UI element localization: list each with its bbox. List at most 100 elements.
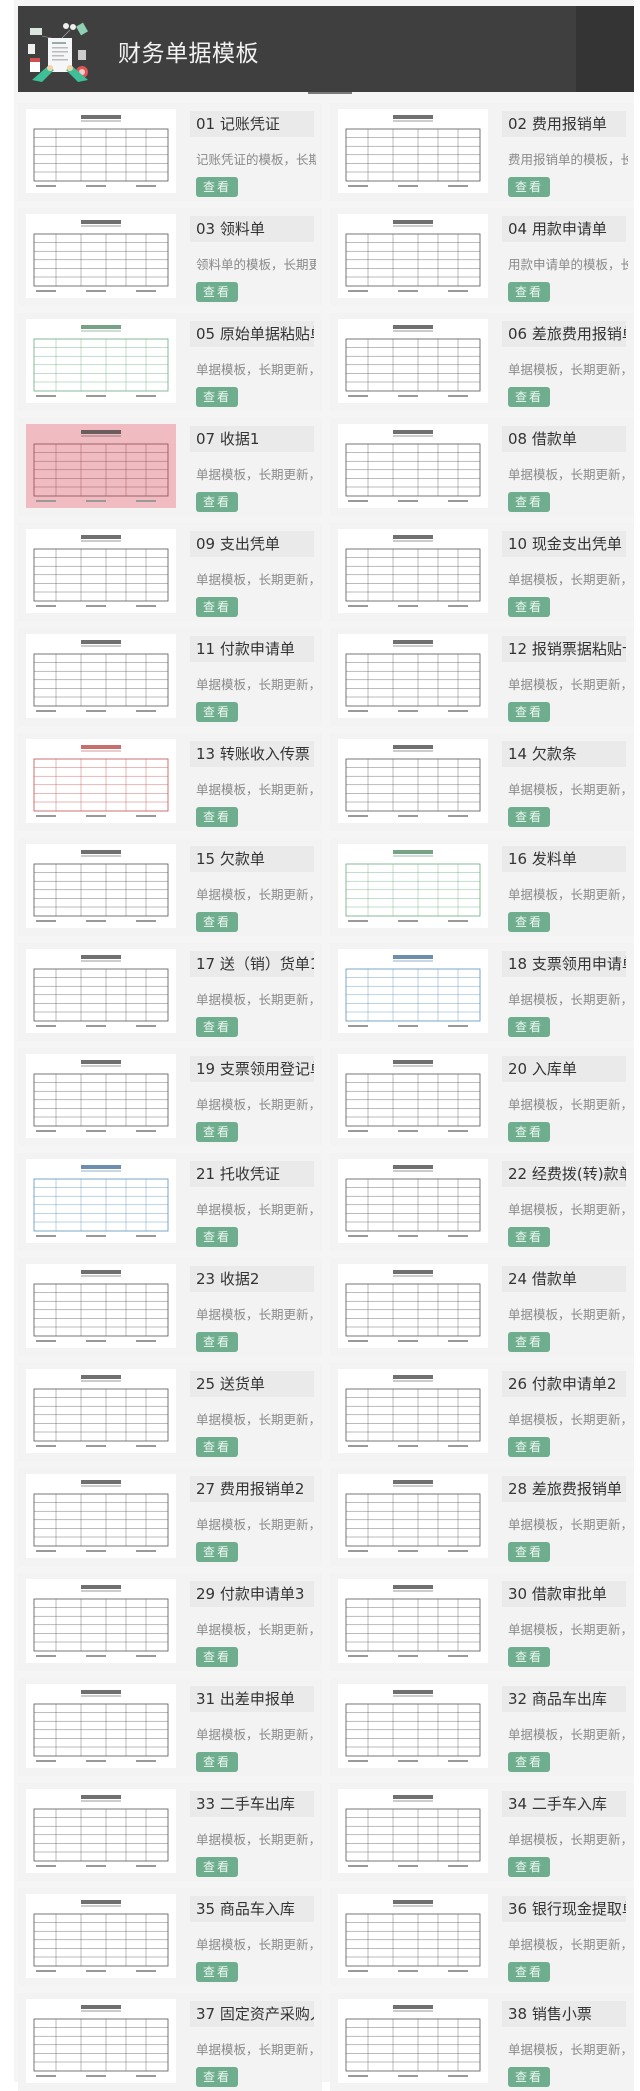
template-card[interactable]: 23 收据2 单据模板，长期更新， 查看	[18, 1258, 322, 1356]
template-title[interactable]: 11 付款申请单	[190, 636, 314, 662]
template-thumbnail[interactable]	[26, 1894, 176, 1978]
view-button[interactable]: 查看	[508, 1122, 550, 1142]
template-title[interactable]: 32 商品车出库	[502, 1686, 626, 1712]
template-thumbnail[interactable]	[338, 1054, 488, 1138]
template-card[interactable]: 31 出差申报单 单据模板，长期更新， 查看	[18, 1678, 322, 1776]
template-thumbnail[interactable]	[26, 1054, 176, 1138]
template-card[interactable]: 30 借款审批单 单据模板，长期更新， 查看	[330, 1573, 634, 1671]
template-thumbnail[interactable]	[26, 319, 176, 403]
template-card[interactable]: 01 记账凭证 记账凭证的模板，长期 查看	[18, 103, 322, 201]
template-card[interactable]: 26 付款申请单2 单据模板，长期更新， 查看	[330, 1363, 634, 1461]
view-button[interactable]: 查看	[508, 1017, 550, 1037]
template-thumbnail[interactable]	[26, 1264, 176, 1348]
view-button[interactable]: 查看	[196, 492, 238, 512]
template-title[interactable]: 26 付款申请单2	[502, 1371, 626, 1397]
template-card[interactable]: 32 商品车出库 单据模板，长期更新， 查看	[330, 1678, 634, 1776]
template-title[interactable]: 37 固定资产采购入库	[190, 2001, 314, 2027]
template-thumbnail[interactable]	[338, 109, 488, 193]
template-card[interactable]: 02 费用报销单 费用报销单的模板，长 查看	[330, 103, 634, 201]
template-card[interactable]: 20 入库单 单据模板，长期更新， 查看	[330, 1048, 634, 1146]
template-card[interactable]: 38 销售小票 单据模板，长期更新， 查看	[330, 1993, 634, 2091]
view-button[interactable]: 查看	[196, 1542, 238, 1562]
template-title[interactable]: 27 费用报销单2	[190, 1476, 314, 1502]
template-thumbnail[interactable]	[26, 109, 176, 193]
template-title[interactable]: 08 借款单	[502, 426, 626, 452]
template-title[interactable]: 19 支票领用登记单	[190, 1056, 314, 1082]
template-title[interactable]: 35 商品车入库	[190, 1896, 314, 1922]
view-button[interactable]: 查看	[196, 1017, 238, 1037]
view-button[interactable]: 查看	[196, 1437, 238, 1457]
view-button[interactable]: 查看	[196, 177, 238, 197]
view-button[interactable]: 查看	[508, 2067, 550, 2087]
template-title[interactable]: 12 报销票据粘贴卡	[502, 636, 626, 662]
template-thumbnail[interactable]	[338, 1999, 488, 2083]
view-button[interactable]: 查看	[508, 492, 550, 512]
template-title[interactable]: 30 借款审批单	[502, 1581, 626, 1607]
view-button[interactable]: 查看	[196, 282, 238, 302]
template-card[interactable]: 18 支票领用申请单 单据模板，长期更新， 查看	[330, 943, 634, 1041]
template-card[interactable]: 33 二手车出库 单据模板，长期更新， 查看	[18, 1783, 322, 1881]
template-card[interactable]: 17 送（销）货单1 单据模板，长期更新， 查看	[18, 943, 322, 1041]
template-thumbnail[interactable]	[338, 634, 488, 718]
template-title[interactable]: 34 二手车入库	[502, 1791, 626, 1817]
template-thumbnail[interactable]	[338, 1789, 488, 1873]
template-thumbnail[interactable]	[338, 1159, 488, 1243]
template-title[interactable]: 01 记账凭证	[190, 111, 314, 137]
template-card[interactable]: 05 原始单据粘贴单 单据模板，长期更新， 查看	[18, 313, 322, 411]
template-title[interactable]: 06 差旅费用报销单	[502, 321, 626, 347]
view-button[interactable]: 查看	[196, 702, 238, 722]
template-thumbnail[interactable]	[338, 1369, 488, 1453]
template-title[interactable]: 22 经费拨(转)款单	[502, 1161, 626, 1187]
template-thumbnail[interactable]	[26, 1474, 176, 1558]
template-card[interactable]: 08 借款单 单据模板，长期更新， 查看	[330, 418, 634, 516]
template-title[interactable]: 25 送货单	[190, 1371, 314, 1397]
template-thumbnail[interactable]	[26, 949, 176, 1033]
template-title[interactable]: 38 销售小票	[502, 2001, 626, 2027]
view-button[interactable]: 查看	[508, 1962, 550, 1982]
template-title[interactable]: 15 欠款单	[190, 846, 314, 872]
template-thumbnail[interactable]	[26, 1999, 176, 2083]
template-card[interactable]: 14 欠款条 单据模板，长期更新， 查看	[330, 733, 634, 831]
template-thumbnail[interactable]	[26, 739, 176, 823]
view-button[interactable]: 查看	[508, 1542, 550, 1562]
template-title[interactable]: 29 付款申请单3	[190, 1581, 314, 1607]
view-button[interactable]: 查看	[196, 1857, 238, 1877]
template-title[interactable]: 13 转账收入传票	[190, 741, 314, 767]
template-thumbnail[interactable]	[338, 1684, 488, 1768]
template-card[interactable]: 04 用款申请单 用款申请单的模板，长 查看	[330, 208, 634, 306]
template-title[interactable]: 18 支票领用申请单	[502, 951, 626, 977]
template-thumbnail[interactable]	[338, 1579, 488, 1663]
template-thumbnail[interactable]	[338, 529, 488, 613]
template-title[interactable]: 36 银行现金提取单	[502, 1896, 626, 1922]
template-thumbnail[interactable]	[338, 949, 488, 1033]
template-card[interactable]: 29 付款申请单3 单据模板，长期更新， 查看	[18, 1573, 322, 1671]
template-title[interactable]: 02 费用报销单	[502, 111, 626, 137]
template-card[interactable]: 36 银行现金提取单 单据模板，长期更新， 查看	[330, 1888, 634, 1986]
template-thumbnail[interactable]	[338, 1264, 488, 1348]
template-thumbnail[interactable]	[26, 529, 176, 613]
template-title[interactable]: 10 现金支出凭单	[502, 531, 626, 557]
template-thumbnail[interactable]	[338, 739, 488, 823]
view-button[interactable]: 查看	[508, 807, 550, 827]
template-card[interactable]: 11 付款申请单 单据模板，长期更新， 查看	[18, 628, 322, 726]
view-button[interactable]: 查看	[508, 1332, 550, 1352]
template-title[interactable]: 23 收据2	[190, 1266, 314, 1292]
template-title[interactable]: 17 送（销）货单1	[190, 951, 314, 977]
view-button[interactable]: 查看	[508, 1857, 550, 1877]
template-thumbnail[interactable]	[26, 1789, 176, 1873]
template-title[interactable]: 03 领料单	[190, 216, 314, 242]
template-card[interactable]: 27 费用报销单2 单据模板，长期更新， 查看	[18, 1468, 322, 1566]
view-button[interactable]: 查看	[196, 597, 238, 617]
template-card[interactable]: 07 收据1 单据模板，长期更新， 查看	[18, 418, 322, 516]
template-title[interactable]: 04 用款申请单	[502, 216, 626, 242]
template-thumbnail[interactable]	[26, 1579, 176, 1663]
template-thumbnail[interactable]	[338, 1894, 488, 1978]
template-title[interactable]: 21 托收凭证	[190, 1161, 314, 1187]
template-thumbnail[interactable]	[338, 214, 488, 298]
template-title[interactable]: 07 收据1	[190, 426, 314, 452]
template-thumbnail[interactable]	[338, 844, 488, 928]
template-title[interactable]: 09 支出凭单	[190, 531, 314, 557]
template-card[interactable]: 25 送货单 单据模板，长期更新， 查看	[18, 1363, 322, 1461]
template-thumbnail[interactable]	[338, 319, 488, 403]
template-card[interactable]: 34 二手车入库 单据模板，长期更新， 查看	[330, 1783, 634, 1881]
